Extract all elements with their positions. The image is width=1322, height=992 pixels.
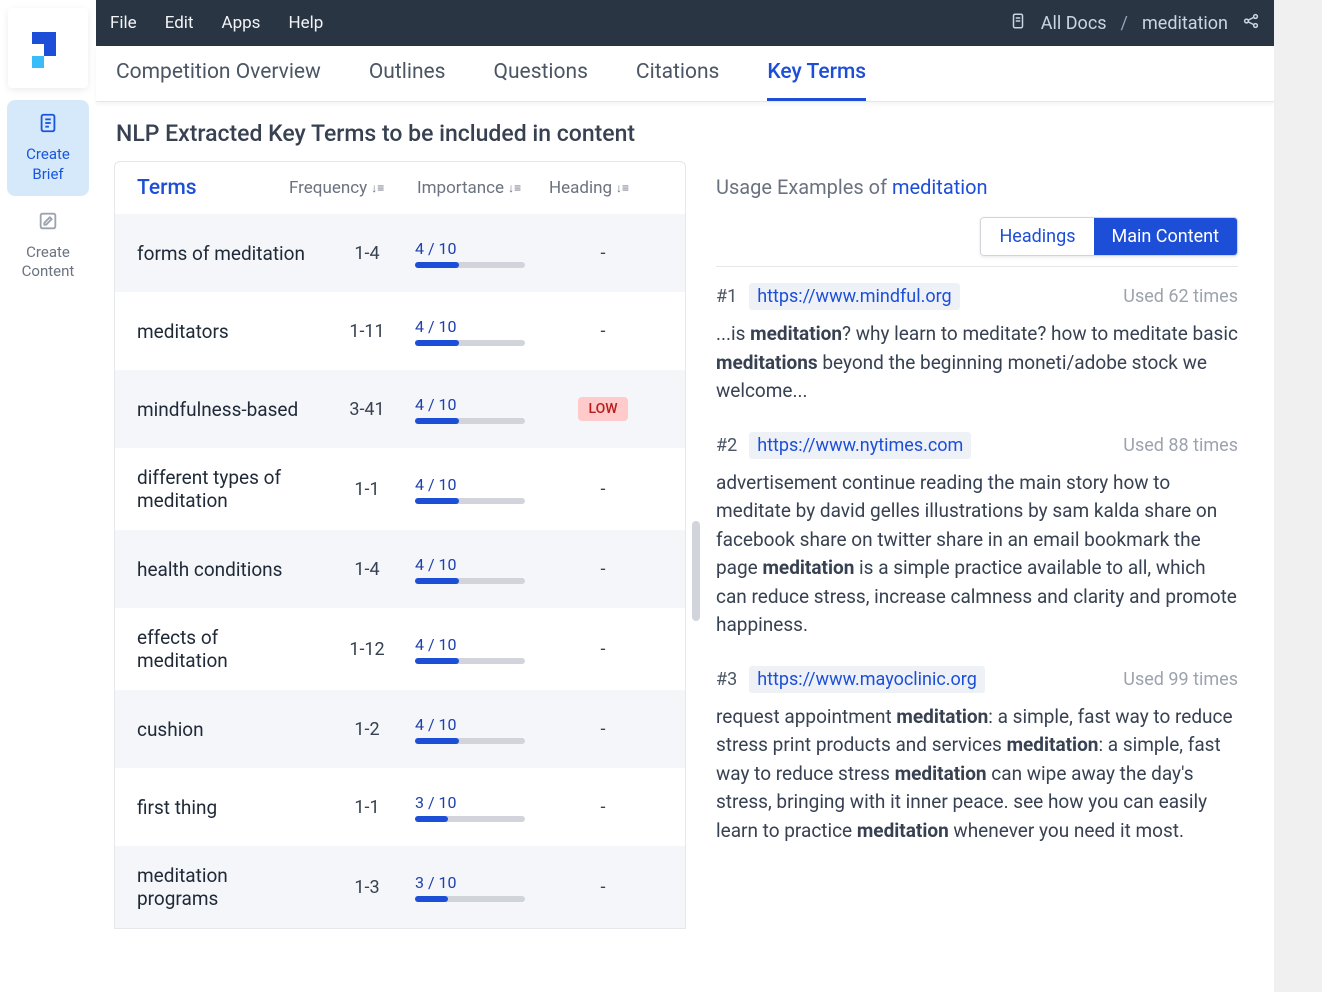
share-icon[interactable] [1242,12,1260,35]
term-name: meditation programs [137,864,319,910]
right-gutter [1274,0,1322,992]
examples-title: Usage Examples of meditation [716,175,1238,199]
term-importance: 4 / 10 [415,715,543,744]
term-importance: 4 / 10 [415,239,543,268]
sort-icon: ↓≡ [371,181,384,195]
terms-table: Terms Frequency ↓≡ Importance ↓≡ Heading… [114,161,686,929]
app-logo[interactable] [8,8,88,88]
term-importance: 3 / 10 [415,873,543,902]
example-count: Used 88 times [1123,435,1238,456]
create-brief-button[interactable]: Create Brief [7,100,89,196]
th-importance[interactable]: Importance ↓≡ [417,178,549,198]
sort-icon: ↓≡ [616,181,629,195]
term-frequency: 1-4 [319,243,415,264]
term-row[interactable]: forms of meditation1-44 / 10- [115,214,685,292]
create-content-button[interactable]: Create Content [7,198,89,294]
example-url[interactable]: https://www.nytimes.com [749,432,971,459]
term-frequency: 3-41 [319,399,415,420]
term-name: mindfulness-based [137,398,319,421]
menu-file[interactable]: File [110,13,137,33]
tab-overview[interactable]: Competition Overview [116,46,321,101]
doc-icon [1009,12,1027,35]
breadcrumb-doc[interactable]: meditation [1142,13,1228,34]
toggle-main-content[interactable]: Main Content [1094,218,1237,255]
th-terms[interactable]: Terms [137,176,289,200]
term-name: forms of meditation [137,242,319,265]
term-importance: 3 / 10 [415,793,543,822]
example-count: Used 62 times [1123,286,1238,307]
term-heading: - [543,877,663,898]
term-name: cushion [137,718,319,741]
examples-panel: Usage Examples of meditation Headings Ma… [700,161,1274,992]
term-frequency: 1-1 [319,797,415,818]
term-name: first thing [137,796,319,819]
toggle-headings[interactable]: Headings [981,218,1093,255]
example-body: request appointment meditation: a simple… [716,703,1238,846]
term-heading: LOW [543,397,663,421]
term-importance: 4 / 10 [415,555,543,584]
example-url[interactable]: https://www.mindful.org [749,283,959,310]
example-count: Used 99 times [1123,669,1238,690]
term-importance: 4 / 10 [415,475,543,504]
breadcrumb: All Docs / meditation [1009,12,1260,35]
breadcrumb-alldocs[interactable]: All Docs [1041,13,1107,34]
term-frequency: 1-2 [319,719,415,740]
scrollbar-thumb[interactable] [692,521,700,621]
term-frequency: 1-4 [319,559,415,580]
example-number: #1 [716,286,737,307]
term-heading: - [543,797,663,818]
term-row[interactable]: different types of meditation1-14 / 10- [115,448,685,530]
term-heading: - [543,243,663,264]
example-body: ...is meditation? why learn to meditate?… [716,320,1238,406]
example-url[interactable]: https://www.mayoclinic.org [749,666,985,693]
term-heading: - [543,639,663,660]
term-name: different types of meditation [137,466,319,512]
create-content-label: Create Content [22,243,75,281]
create-brief-label: Create Brief [26,145,70,183]
tab-outlines[interactable]: Outlines [369,46,446,101]
term-frequency: 1-12 [319,639,415,660]
term-row[interactable]: mindfulness-based3-414 / 10 LOW [115,370,685,448]
breadcrumb-sep: / [1121,13,1128,34]
term-row[interactable]: meditation programs1-33 / 10- [115,846,685,928]
sort-icon: ↓≡ [508,181,521,195]
term-frequency: 1-11 [319,321,415,342]
term-heading: - [543,479,663,500]
logo-icon [24,24,72,72]
term-row[interactable]: health conditions1-44 / 10- [115,530,685,608]
low-badge: LOW [578,397,627,421]
th-frequency[interactable]: Frequency ↓≡ [289,178,417,198]
edit-icon [11,210,85,238]
term-row[interactable]: cushion1-24 / 10- [115,690,685,768]
example-number: #3 [716,669,737,690]
term-name: health conditions [137,558,319,581]
document-icon [11,112,85,140]
example-block: #1 https://www.mindful.org Used 62 times..… [716,283,1238,406]
example-block: #3 https://www.mayoclinic.org Used 99 time… [716,666,1238,846]
menu-edit[interactable]: Edit [165,13,194,33]
menu-apps[interactable]: Apps [221,13,260,33]
term-name: meditators [137,320,319,343]
term-importance: 4 / 10 [415,635,543,664]
term-heading: - [543,321,663,342]
tab-citations[interactable]: Citations [636,46,719,101]
term-row[interactable]: meditators1-114 / 10- [115,292,685,370]
term-importance: 4 / 10 [415,395,543,424]
term-row[interactable]: effects of meditation1-124 / 10- [115,608,685,690]
page-title: NLP Extracted Key Terms to be included i… [96,102,1274,161]
example-body: advertisement continue reading the main … [716,469,1238,640]
example-block: #2 https://www.nytimes.com Used 88 times ad… [716,432,1238,640]
term-importance: 4 / 10 [415,317,543,346]
tab-keyterms[interactable]: Key Terms [767,46,866,101]
term-heading: - [543,559,663,580]
term-name: effects of meditation [137,626,319,672]
tab-questions[interactable]: Questions [494,46,588,101]
term-row[interactable]: first thing1-13 / 10- [115,768,685,846]
menu-help[interactable]: Help [288,13,323,33]
th-heading[interactable]: Heading ↓≡ [549,178,663,198]
example-number: #2 [716,435,737,456]
term-heading: - [543,719,663,740]
term-frequency: 1-1 [319,479,415,500]
term-frequency: 1-3 [319,877,415,898]
